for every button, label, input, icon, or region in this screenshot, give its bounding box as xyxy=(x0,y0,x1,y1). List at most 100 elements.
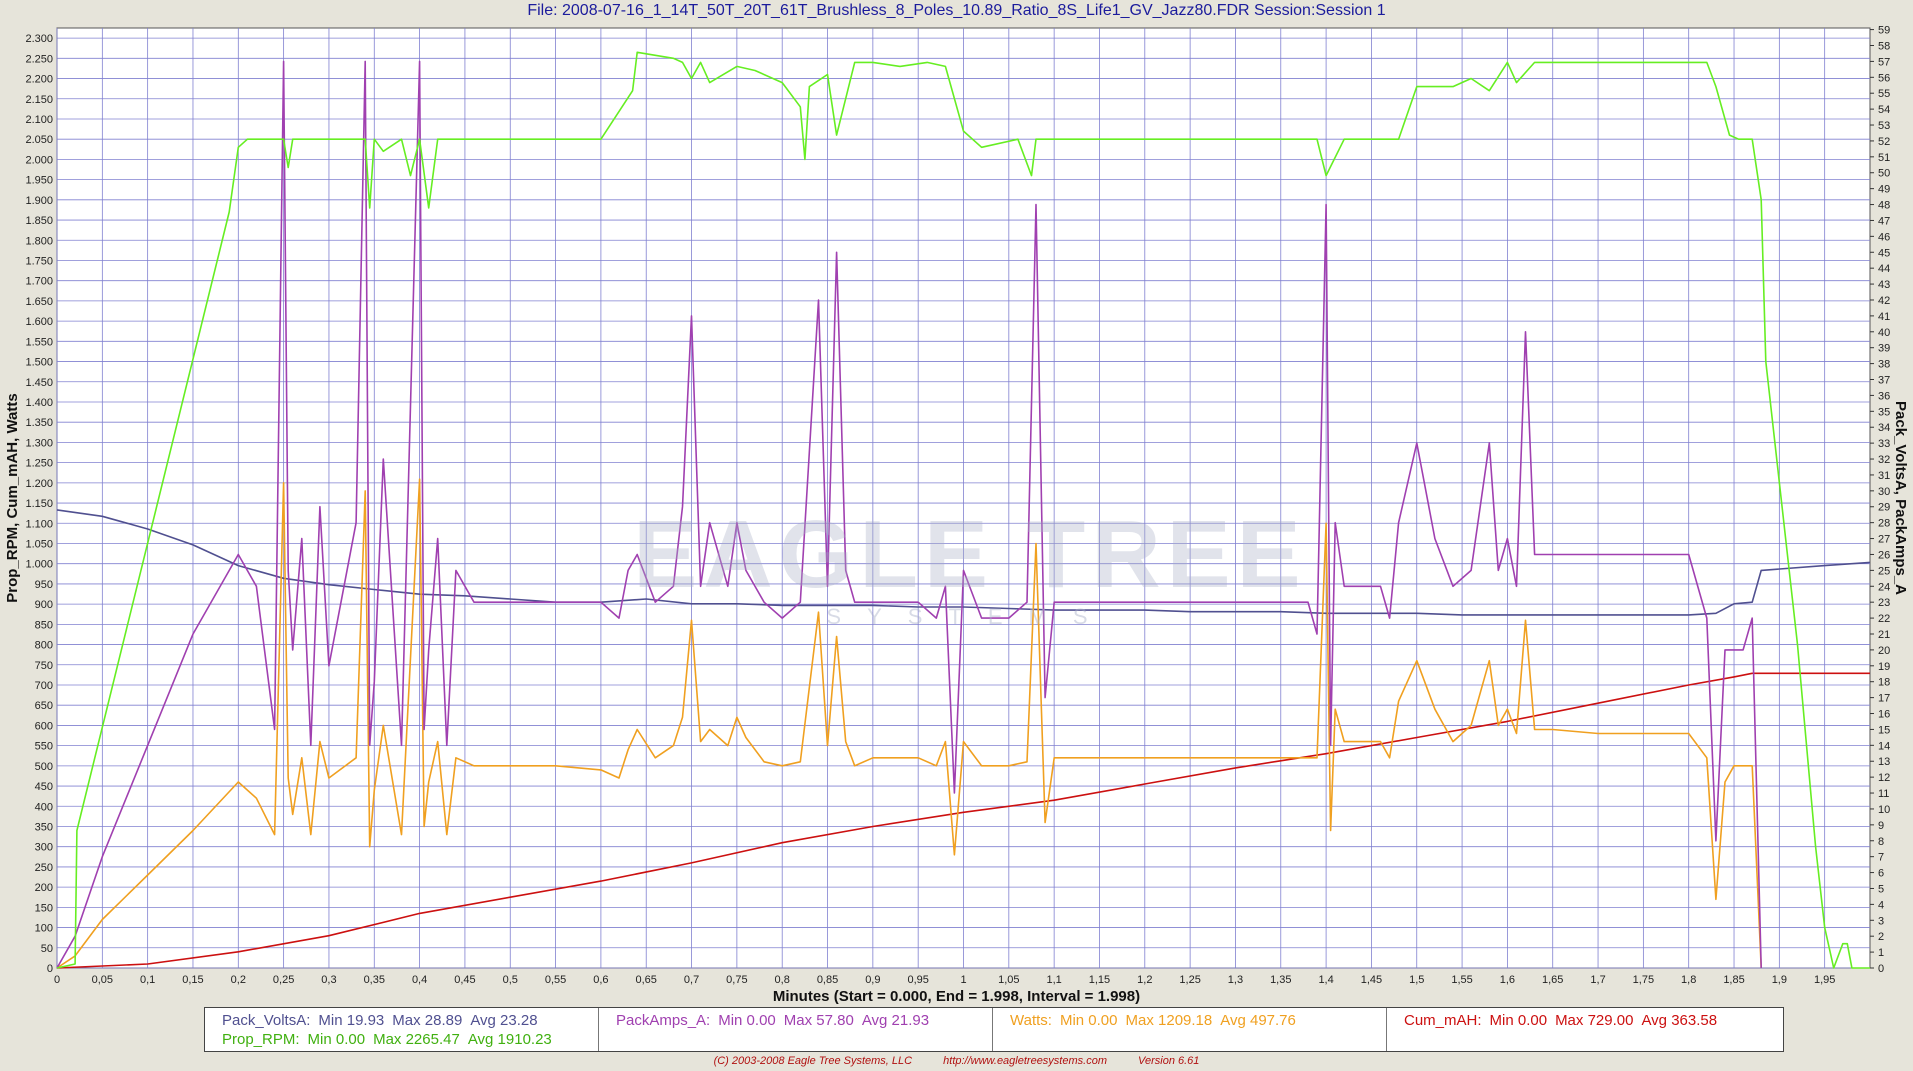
legend-rpm-min: Min 0.00 xyxy=(307,1031,366,1048)
y-left-tick-label: 850 xyxy=(35,619,53,631)
y-left-tick-label: 1.350 xyxy=(25,417,53,429)
legend-entry-watts: Watts: Min 0.00 Max 1209.18 Avg 497.76 xyxy=(1010,1011,1386,1030)
legend-cell-amps: PackAmps_A: Min 0.00 Max 57.80 Avg 21.93 xyxy=(599,1008,993,1051)
y-left-tick-label: 2.000 xyxy=(25,154,53,166)
y-right-tick-label: 41 xyxy=(1878,311,1890,323)
legend-mah-max: Max 729.00 xyxy=(1555,1012,1634,1029)
x-tick-label: 0,55 xyxy=(545,974,566,986)
legend: Pack_VoltsA: Min 19.93 Max 28.89 Avg 23.28 … xyxy=(204,1007,1784,1052)
y-left-tick-label: 0 xyxy=(47,963,53,975)
y-left-tick-label: 2.300 xyxy=(25,33,53,45)
y-left-tick-label: 1.850 xyxy=(25,215,53,227)
y-left-tick-label: 1.950 xyxy=(25,175,53,187)
x-tick-label: 0,1 xyxy=(140,974,155,986)
y-left-tick-label: 2.100 xyxy=(25,114,53,126)
legend-volts-min: Min 19.93 xyxy=(318,1012,385,1029)
x-tick-label: 0,7 xyxy=(684,974,699,986)
legend-mah-name: Cum_mAH: xyxy=(1404,1012,1482,1029)
y-right-tick-label: 18 xyxy=(1878,677,1890,689)
grid xyxy=(56,28,1870,969)
y-left-tick-label: 2.050 xyxy=(25,134,53,146)
y-right-tick-label: 33 xyxy=(1878,438,1890,450)
x-tick-label: 0,05 xyxy=(92,974,113,986)
y-right-tick-label: 5 xyxy=(1878,883,1884,895)
x-tick-label: 1,2 xyxy=(1137,974,1152,986)
y-left-tick-label: 500 xyxy=(35,761,53,773)
x-tick-label: 1,55 xyxy=(1451,974,1472,986)
x-tick-label: 1,75 xyxy=(1633,974,1654,986)
y-right-tick-label: 25 xyxy=(1878,565,1890,577)
y-right-tick-label: 3 xyxy=(1878,915,1884,927)
footer-url[interactable]: http://www.eagletreesystems.com xyxy=(943,1055,1107,1067)
right-axis-ticks: 0123456789101112131415161718192021222324… xyxy=(1870,25,1890,975)
legend-watts-name: Watts: xyxy=(1010,1012,1052,1029)
legend-amps-avg: Avg 21.93 xyxy=(861,1012,930,1029)
y-left-tick-label: 1.750 xyxy=(25,255,53,267)
x-tick-label: 0,4 xyxy=(412,974,427,986)
y-left-tick-label: 450 xyxy=(35,781,53,793)
legend-volts-max: Max 28.89 xyxy=(392,1012,463,1029)
y-right-tick-label: 48 xyxy=(1878,200,1890,212)
y-left-tick-label: 700 xyxy=(35,680,53,692)
y-right-tick-label: 47 xyxy=(1878,215,1890,227)
y-left-tick-label: 1.400 xyxy=(25,397,53,409)
y-left-tick-label: 1.500 xyxy=(25,357,53,369)
y-axis-right-title: Pack_VoltsA, PackAmps_A xyxy=(1892,401,1909,595)
x-tick-label: 0,5 xyxy=(503,974,518,986)
y-right-tick-label: 19 xyxy=(1878,661,1890,673)
x-tick-label: 0,45 xyxy=(454,974,475,986)
legend-amps-min: Min 0.00 xyxy=(718,1012,776,1029)
left-axis-ticks: 0 50 100 150 200 250 300 350 400 450 500 550 600 650 7… xyxy=(25,33,53,975)
watermark-logo-subtext: SYSTEMS xyxy=(826,604,1114,629)
y-right-tick-label: 28 xyxy=(1878,518,1890,530)
y-right-tick-label: 7 xyxy=(1878,852,1884,864)
y-left-tick-label: 1.100 xyxy=(25,518,53,530)
y-right-tick-label: 57 xyxy=(1878,56,1890,68)
y-right-tick-label: 13 xyxy=(1878,756,1890,768)
x-tick-label: 1,65 xyxy=(1542,974,1563,986)
x-tick-label: 1 xyxy=(960,974,966,986)
y-left-tick-label: 1.800 xyxy=(25,235,53,247)
footer-copyright: (C) 2003-2008 Eagle Tree Systems, LLC xyxy=(713,1055,913,1067)
legend-mah-avg: Avg 363.58 xyxy=(1641,1012,1718,1029)
y-right-tick-label: 36 xyxy=(1878,390,1890,402)
x-tick-label: 1,9 xyxy=(1772,974,1787,986)
x-tick-label: 0,6 xyxy=(593,974,608,986)
y-left-tick-label: 150 xyxy=(35,902,53,914)
y-right-tick-label: 0 xyxy=(1878,963,1884,975)
y-left-tick-label: 400 xyxy=(35,801,53,813)
legend-watts-max: Max 1209.18 xyxy=(1125,1012,1213,1029)
y-right-tick-label: 53 xyxy=(1878,120,1890,132)
y-right-tick-label: 56 xyxy=(1878,72,1890,84)
y-right-tick-label: 42 xyxy=(1878,295,1890,307)
y-right-tick-label: 30 xyxy=(1878,486,1890,498)
x-tick-label: 0,35 xyxy=(364,974,385,986)
x-tick-label: 1,05 xyxy=(998,974,1019,986)
y-right-tick-label: 11 xyxy=(1878,788,1889,800)
legend-mah-min: Min 0.00 xyxy=(1489,1012,1548,1029)
watermark-logo-text: EAGLE TREE xyxy=(633,501,1307,608)
y-right-tick-label: 39 xyxy=(1878,343,1890,355)
y-right-tick-label: 31 xyxy=(1878,470,1890,482)
x-tick-label: 0,3 xyxy=(321,974,336,986)
x-tick-label: 1,7 xyxy=(1590,974,1605,986)
x-tick-label: 1,1 xyxy=(1047,974,1062,986)
y-axis-left-title: Prop_RPM, Cum_mAH, Watts xyxy=(4,393,21,602)
legend-cell-watts: Watts: Min 0.00 Max 1209.18 Avg 497.76 xyxy=(993,1008,1387,1051)
y-left-tick-label: 1.200 xyxy=(25,478,53,490)
chart-title: File: 2008-07-16_1_14T_50T_20T_61T_Brush… xyxy=(527,2,1386,19)
x-tick-label: 1,85 xyxy=(1723,974,1744,986)
y-left-tick-label: 1.050 xyxy=(25,538,53,550)
legend-entry-mah: Cum_mAH: Min 0.00 Max 729.00 Avg 363.58 xyxy=(1404,1011,1781,1030)
x-tick-label: 0,9 xyxy=(865,974,880,986)
y-left-tick-label: 950 xyxy=(35,579,53,591)
x-tick-label: 1,3 xyxy=(1228,974,1243,986)
footer: (C) 2003-2008 Eagle Tree Systems, LLC ht… xyxy=(0,1055,1913,1067)
y-right-tick-label: 26 xyxy=(1878,549,1890,561)
y-right-tick-label: 14 xyxy=(1878,740,1890,752)
x-tick-label: 1,45 xyxy=(1361,974,1382,986)
y-left-tick-label: 1.150 xyxy=(25,498,53,510)
y-right-tick-label: 44 xyxy=(1878,263,1890,275)
y-right-tick-label: 16 xyxy=(1878,709,1890,721)
y-right-tick-label: 4 xyxy=(1878,899,1884,911)
